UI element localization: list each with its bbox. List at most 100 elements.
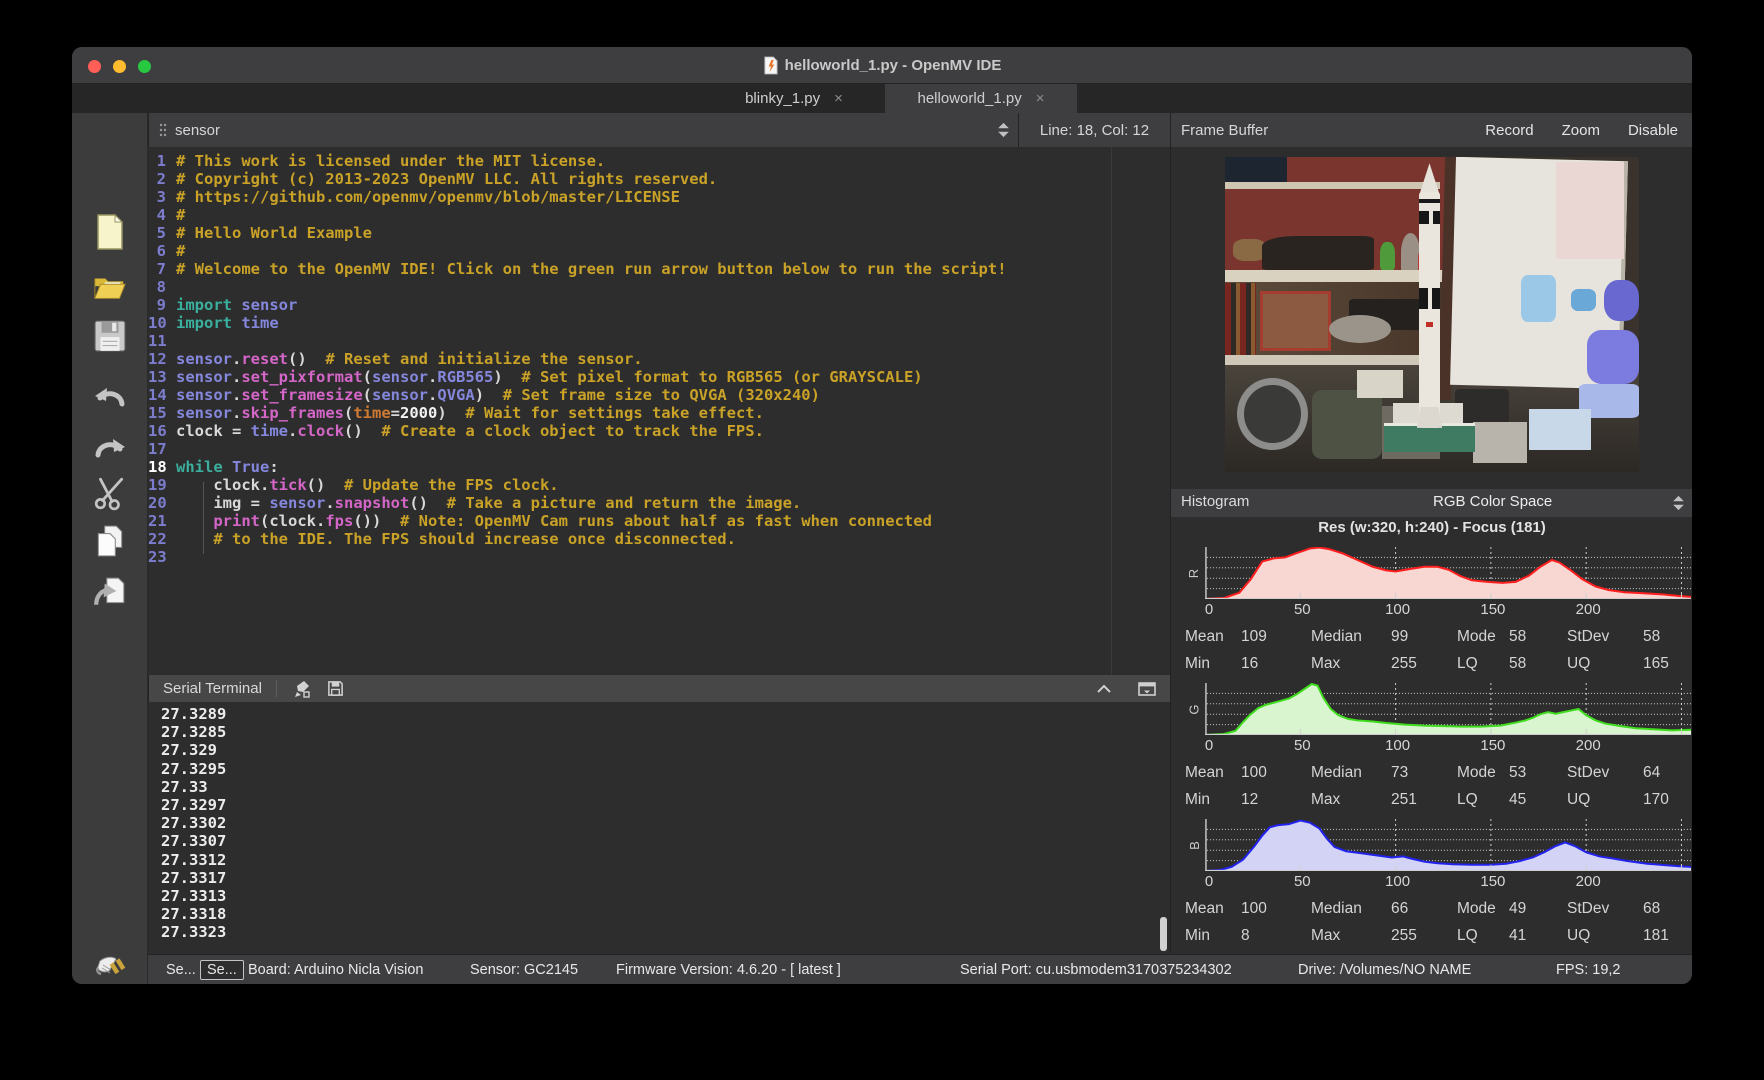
histogram-title: Histogram bbox=[1181, 493, 1249, 510]
resolution-focus-label: Res (w:320, h:240) - Focus (181) bbox=[1171, 519, 1692, 536]
x-axis-labels: 050100150200 bbox=[1207, 735, 1692, 759]
zoom-button[interactable]: Zoom bbox=[1562, 122, 1600, 139]
stats-row-1: Mean100Median66Mode49StDev68 bbox=[1171, 895, 1692, 922]
stats-row-2: Min16Max255LQ58UQ165 bbox=[1171, 650, 1692, 677]
code-line: 12sensor.reset() # Reset and initialize … bbox=[148, 350, 1170, 368]
stats-row-2: Min8Max255LQ41UQ181 bbox=[1171, 922, 1692, 949]
code-line: 7# Welcome to the OpenMV IDE! Click on t… bbox=[148, 260, 1170, 278]
code-line: 4# bbox=[148, 206, 1170, 224]
record-button[interactable]: Record bbox=[1485, 122, 1533, 139]
undo-button[interactable] bbox=[92, 376, 128, 418]
status-toggle-1[interactable]: Se... bbox=[166, 962, 196, 978]
serial-terminal-title: Serial Terminal bbox=[149, 680, 276, 697]
code-line: 19 clock.tick() # Update the FPS clock. bbox=[148, 476, 1170, 494]
code-line: 1# This work is licensed under the MIT l… bbox=[148, 152, 1170, 170]
status-sensor[interactable]: Sensor: GC2145 bbox=[470, 962, 578, 978]
stats-row-1: Mean109Median99Mode58StDev58 bbox=[1171, 623, 1692, 650]
open-file-button[interactable] bbox=[92, 267, 128, 309]
status-toggle-2[interactable]: Se... bbox=[200, 960, 244, 980]
code-line: 8 bbox=[148, 278, 1170, 296]
new-file-button[interactable] bbox=[92, 211, 128, 253]
indent-guide bbox=[203, 482, 204, 554]
connect-button[interactable] bbox=[92, 945, 128, 984]
copy-button[interactable] bbox=[92, 520, 128, 562]
code-line: 18while True: bbox=[148, 458, 1170, 476]
code-line: 3# https://github.com/openmv/openmv/blob… bbox=[148, 188, 1170, 206]
line-col-label: Line: 18, Col: 12 bbox=[1040, 122, 1149, 139]
color-space-dropdown[interactable]: RGB Color Space bbox=[1433, 493, 1552, 510]
channel-axis-label: B bbox=[1186, 841, 1201, 850]
close-window-button[interactable] bbox=[88, 60, 101, 73]
histogram-channel-g: G 050100150200Mean100Median73Mode53StDev6… bbox=[1171, 681, 1692, 817]
tab-helloworld[interactable]: helloworld_1.py × bbox=[885, 84, 1077, 113]
code-line: 10import time bbox=[148, 314, 1170, 332]
save-terminal-button[interactable] bbox=[327, 680, 344, 697]
zoom-window-button[interactable] bbox=[138, 60, 151, 73]
symbol-dropdown[interactable]: sensor bbox=[175, 122, 220, 139]
histogram-channel-r: R 050100150200Mean109Median99Mode58StDev5… bbox=[1171, 545, 1692, 681]
cut-button[interactable] bbox=[92, 472, 128, 514]
code-lines: 1# This work is licensed under the MIT l… bbox=[148, 147, 1170, 566]
tab-blinky[interactable]: blinky_1.py × bbox=[708, 84, 880, 113]
channel-axis-label: G bbox=[1187, 704, 1202, 714]
tab-close-icon[interactable]: × bbox=[834, 90, 843, 107]
code-line: 2# Copyright (c) 2013-2023 OpenMV LLC. A… bbox=[148, 170, 1170, 188]
histogram-blocks: R050100150200Mean109Median99Mode58StDev5… bbox=[1171, 545, 1692, 953]
code-line: 6# bbox=[148, 242, 1170, 260]
save-file-button[interactable] bbox=[92, 315, 128, 357]
tab-bar: blinky_1.py × helloworld_1.py × bbox=[72, 84, 1692, 113]
x-axis-labels: 050100150200 bbox=[1207, 599, 1692, 623]
x-axis-labels: 050100150200 bbox=[1207, 871, 1692, 895]
editor-scrollbar[interactable] bbox=[1111, 147, 1112, 675]
app-icon bbox=[763, 56, 778, 75]
histogram-header: Histogram RGB Color Space bbox=[1171, 489, 1692, 517]
frame-buffer-title: Frame Buffer bbox=[1181, 122, 1268, 139]
symbol-dropdown-arrows-icon[interactable] bbox=[997, 122, 1010, 138]
separator bbox=[276, 680, 277, 697]
tab-label: helloworld_1.py bbox=[918, 90, 1022, 107]
channel-axis-label: R bbox=[1186, 568, 1201, 577]
status-board[interactable]: Board: Arduino Nicla Vision bbox=[248, 962, 423, 978]
detach-terminal-icon[interactable] bbox=[1138, 682, 1156, 696]
color-space-arrows-icon[interactable] bbox=[1672, 495, 1685, 511]
title-bar: helloworld_1.py - OpenMV IDE bbox=[72, 47, 1692, 84]
code-line: 9import sensor bbox=[148, 296, 1170, 314]
stats-row-1: Mean100Median73Mode53StDev64 bbox=[1171, 759, 1692, 786]
editor-symbol-bar: sensor bbox=[148, 113, 1018, 147]
code-line: 22 # to the IDE. The FPS should increase… bbox=[148, 530, 1170, 548]
code-line: 20 img = sensor.snapshot() # Take a pict… bbox=[148, 494, 1170, 512]
code-line: 21 print(clock.fps()) # Note: OpenMV Cam… bbox=[148, 512, 1170, 530]
paste-button[interactable] bbox=[92, 571, 128, 613]
drag-handle-icon[interactable] bbox=[159, 123, 167, 137]
right-panel: Histogram RGB Color Space Res (w:320, h:… bbox=[1170, 147, 1692, 954]
histogram-channel-b: B 050100150200Mean100Median66Mode49StDev6… bbox=[1171, 817, 1692, 953]
minimize-window-button[interactable] bbox=[113, 60, 126, 73]
toolbar-sidebar bbox=[72, 113, 148, 984]
frame-buffer-image bbox=[1225, 157, 1639, 472]
tab-label: blinky_1.py bbox=[745, 90, 820, 107]
code-editor[interactable]: 1# This work is licensed under the MIT l… bbox=[148, 147, 1170, 675]
collapse-terminal-icon[interactable] bbox=[1096, 684, 1112, 694]
terminal-scrollbar-thumb[interactable] bbox=[1160, 917, 1167, 951]
code-line: 23 bbox=[148, 548, 1170, 566]
clear-terminal-button[interactable] bbox=[293, 680, 311, 698]
status-firmware[interactable]: Firmware Version: 4.6.20 - [ latest ] bbox=[616, 962, 841, 978]
status-serial-port[interactable]: Serial Port: cu.usbmodem3170375234302 bbox=[960, 962, 1232, 978]
tab-close-icon[interactable]: × bbox=[1036, 90, 1045, 107]
code-line: 5# Hello World Example bbox=[148, 224, 1170, 242]
code-line: 13sensor.set_pixformat(sensor.RGB565) # … bbox=[148, 368, 1170, 386]
code-line: 17 bbox=[148, 440, 1170, 458]
code-line: 11 bbox=[148, 332, 1170, 350]
disable-button[interactable]: Disable bbox=[1628, 122, 1678, 139]
code-line: 16clock = time.clock() # Create a clock … bbox=[148, 422, 1170, 440]
redo-button[interactable] bbox=[92, 427, 128, 469]
window-title: helloworld_1.py - OpenMV IDE bbox=[785, 57, 1002, 74]
status-bar: Se... Se... Board: Arduino Nicla Vision … bbox=[148, 954, 1692, 984]
traffic-lights bbox=[88, 60, 151, 73]
serial-terminal-output[interactable]: 27.328927.328527.32927.329527.3327.32972… bbox=[148, 702, 1170, 954]
rocket-model bbox=[1417, 163, 1443, 428]
status-drive[interactable]: Drive: /Volumes/NO NAME bbox=[1298, 962, 1471, 978]
frame-buffer-header: Frame Buffer Record Zoom Disable bbox=[1170, 113, 1692, 147]
status-fps[interactable]: FPS: 19,2 bbox=[1556, 962, 1620, 978]
cursor-position-indicator[interactable]: Line: 18, Col: 12 bbox=[1018, 113, 1170, 147]
